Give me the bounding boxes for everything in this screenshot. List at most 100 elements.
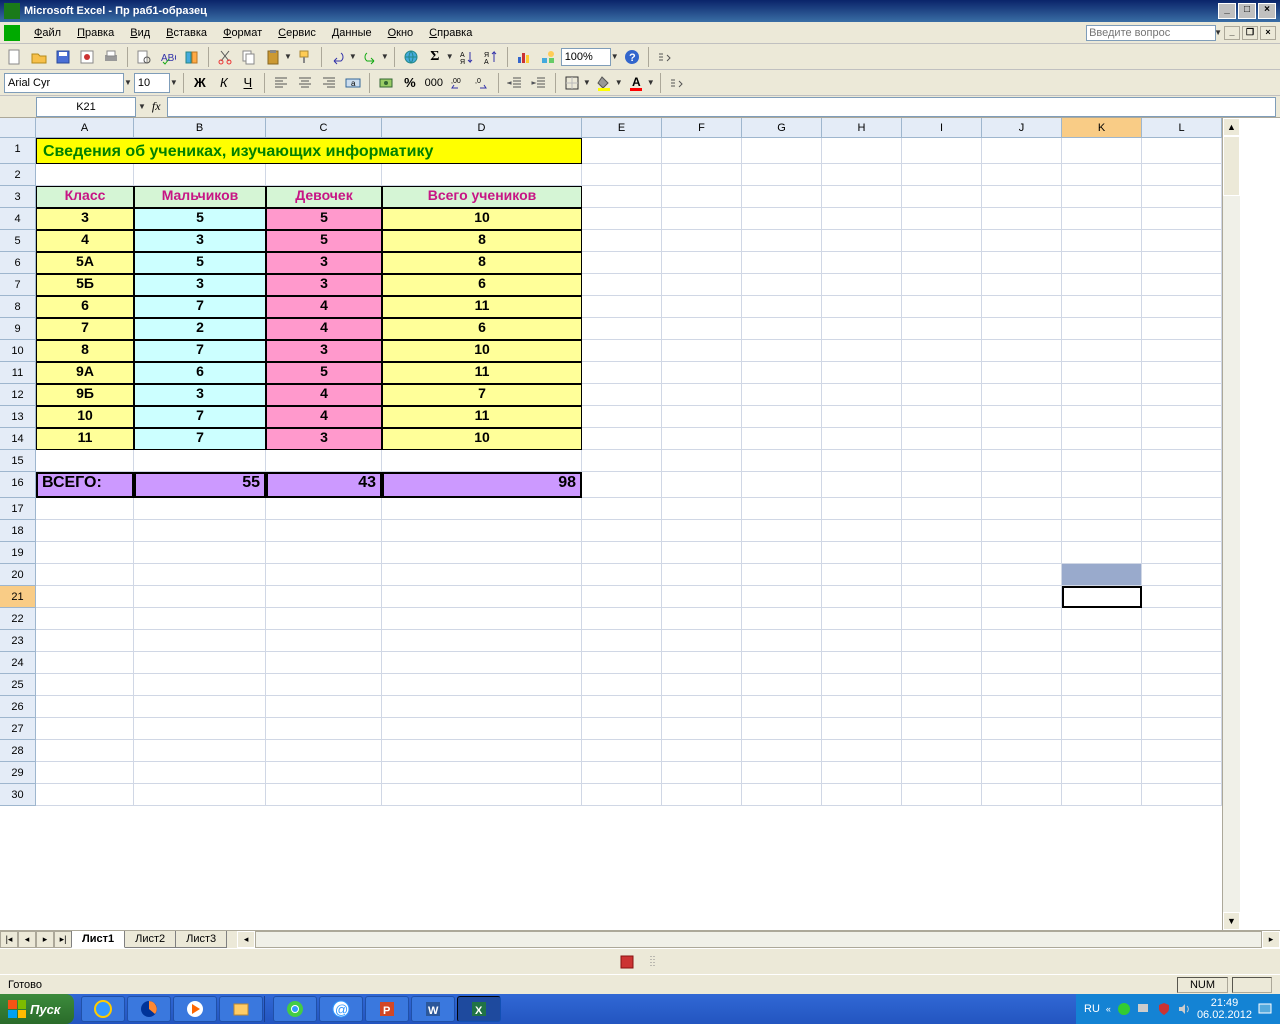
cell-G1[interactable]: [742, 138, 822, 164]
cell-E12[interactable]: [582, 384, 662, 406]
cell-F2[interactable]: [662, 164, 742, 186]
currency-icon[interactable]: [375, 72, 397, 94]
cell-I26[interactable]: [902, 696, 982, 718]
cell-F1[interactable]: [662, 138, 742, 164]
cell-H22[interactable]: [822, 608, 902, 630]
cell-H13[interactable]: [822, 406, 902, 428]
cell-L22[interactable]: [1142, 608, 1222, 630]
underline-button[interactable]: Ч: [237, 72, 259, 94]
cell-J16[interactable]: [982, 472, 1062, 498]
cell-F16[interactable]: [662, 472, 742, 498]
row-header-23[interactable]: 23: [0, 630, 36, 652]
print-preview-icon[interactable]: [133, 46, 155, 68]
cell-I14[interactable]: [902, 428, 982, 450]
cell-K30[interactable]: [1062, 784, 1142, 806]
cell-I1[interactable]: [902, 138, 982, 164]
cell-A13[interactable]: 10: [36, 406, 134, 428]
cell-K20[interactable]: [1062, 564, 1142, 586]
cell-F20[interactable]: [662, 564, 742, 586]
cell-G27[interactable]: [742, 718, 822, 740]
cell-H30[interactable]: [822, 784, 902, 806]
cell-L2[interactable]: [1142, 164, 1222, 186]
cell-C26[interactable]: [266, 696, 382, 718]
cell-L12[interactable]: [1142, 384, 1222, 406]
cell-D2[interactable]: [382, 164, 582, 186]
cell-F3[interactable]: [662, 186, 742, 208]
cell-D10[interactable]: 10: [382, 340, 582, 362]
cell-I28[interactable]: [902, 740, 982, 762]
cell-F23[interactable]: [662, 630, 742, 652]
row-header-18[interactable]: 18: [0, 520, 36, 542]
cell-F13[interactable]: [662, 406, 742, 428]
cell-B7[interactable]: 3: [134, 274, 266, 296]
align-center-icon[interactable]: [294, 72, 316, 94]
total-all[interactable]: 98: [382, 472, 582, 498]
cell-A5[interactable]: 4: [36, 230, 134, 252]
cell-D30[interactable]: [382, 784, 582, 806]
sort-desc-icon[interactable]: ЯА: [480, 46, 502, 68]
cell-L18[interactable]: [1142, 520, 1222, 542]
cell-E28[interactable]: [582, 740, 662, 762]
task-firefox-icon[interactable]: [127, 996, 171, 1022]
cell-J5[interactable]: [982, 230, 1062, 252]
cell-H23[interactable]: [822, 630, 902, 652]
cell-J27[interactable]: [982, 718, 1062, 740]
cell-D28[interactable]: [382, 740, 582, 762]
cell-E22[interactable]: [582, 608, 662, 630]
cell-K3[interactable]: [1062, 186, 1142, 208]
row-header-13[interactable]: 13: [0, 406, 36, 428]
cell-L20[interactable]: [1142, 564, 1222, 586]
cell-L27[interactable]: [1142, 718, 1222, 740]
cell-I10[interactable]: [902, 340, 982, 362]
header-C[interactable]: Девочек: [266, 186, 382, 208]
cell-F10[interactable]: [662, 340, 742, 362]
cell-C29[interactable]: [266, 762, 382, 784]
percent-icon[interactable]: %: [399, 72, 421, 94]
cell-E2[interactable]: [582, 164, 662, 186]
cell-C24[interactable]: [266, 652, 382, 674]
cell-K2[interactable]: [1062, 164, 1142, 186]
cell-L1[interactable]: [1142, 138, 1222, 164]
row-header-16[interactable]: 16: [0, 472, 36, 498]
menu-данные[interactable]: Данные: [324, 25, 380, 41]
cell-L24[interactable]: [1142, 652, 1222, 674]
cell-A9[interactable]: 7: [36, 318, 134, 340]
cell-G4[interactable]: [742, 208, 822, 230]
cell-F4[interactable]: [662, 208, 742, 230]
cell-G22[interactable]: [742, 608, 822, 630]
cell-H12[interactable]: [822, 384, 902, 406]
menu-файл[interactable]: Файл: [26, 25, 69, 41]
cell-K11[interactable]: [1062, 362, 1142, 384]
cell-D23[interactable]: [382, 630, 582, 652]
cell-D6[interactable]: 8: [382, 252, 582, 274]
cell-J24[interactable]: [982, 652, 1062, 674]
col-header-H[interactable]: H: [822, 118, 902, 138]
cell-F11[interactable]: [662, 362, 742, 384]
tab-next-icon[interactable]: ▸: [36, 931, 54, 948]
cell-F29[interactable]: [662, 762, 742, 784]
cell-E21[interactable]: [582, 586, 662, 608]
cell-H3[interactable]: [822, 186, 902, 208]
cell-I27[interactable]: [902, 718, 982, 740]
cell-B17[interactable]: [134, 498, 266, 520]
cell-C19[interactable]: [266, 542, 382, 564]
fill-color-icon[interactable]: [593, 72, 615, 94]
cell-J9[interactable]: [982, 318, 1062, 340]
cell-L3[interactable]: [1142, 186, 1222, 208]
cell-A26[interactable]: [36, 696, 134, 718]
cell-A7[interactable]: 5Б: [36, 274, 134, 296]
cell-F15[interactable]: [662, 450, 742, 472]
cell-B14[interactable]: 7: [134, 428, 266, 450]
task-excel-icon[interactable]: X: [457, 996, 501, 1022]
cell-A4[interactable]: 3: [36, 208, 134, 230]
row-header-4[interactable]: 4: [0, 208, 36, 230]
horizontal-scrollbar[interactable]: ◂ ▸: [237, 931, 1280, 948]
cell-H2[interactable]: [822, 164, 902, 186]
cell-B5[interactable]: 3: [134, 230, 266, 252]
cell-E30[interactable]: [582, 784, 662, 806]
cell-G20[interactable]: [742, 564, 822, 586]
row-header-8[interactable]: 8: [0, 296, 36, 318]
cell-B21[interactable]: [134, 586, 266, 608]
cell-K17[interactable]: [1062, 498, 1142, 520]
cell-D4[interactable]: 10: [382, 208, 582, 230]
